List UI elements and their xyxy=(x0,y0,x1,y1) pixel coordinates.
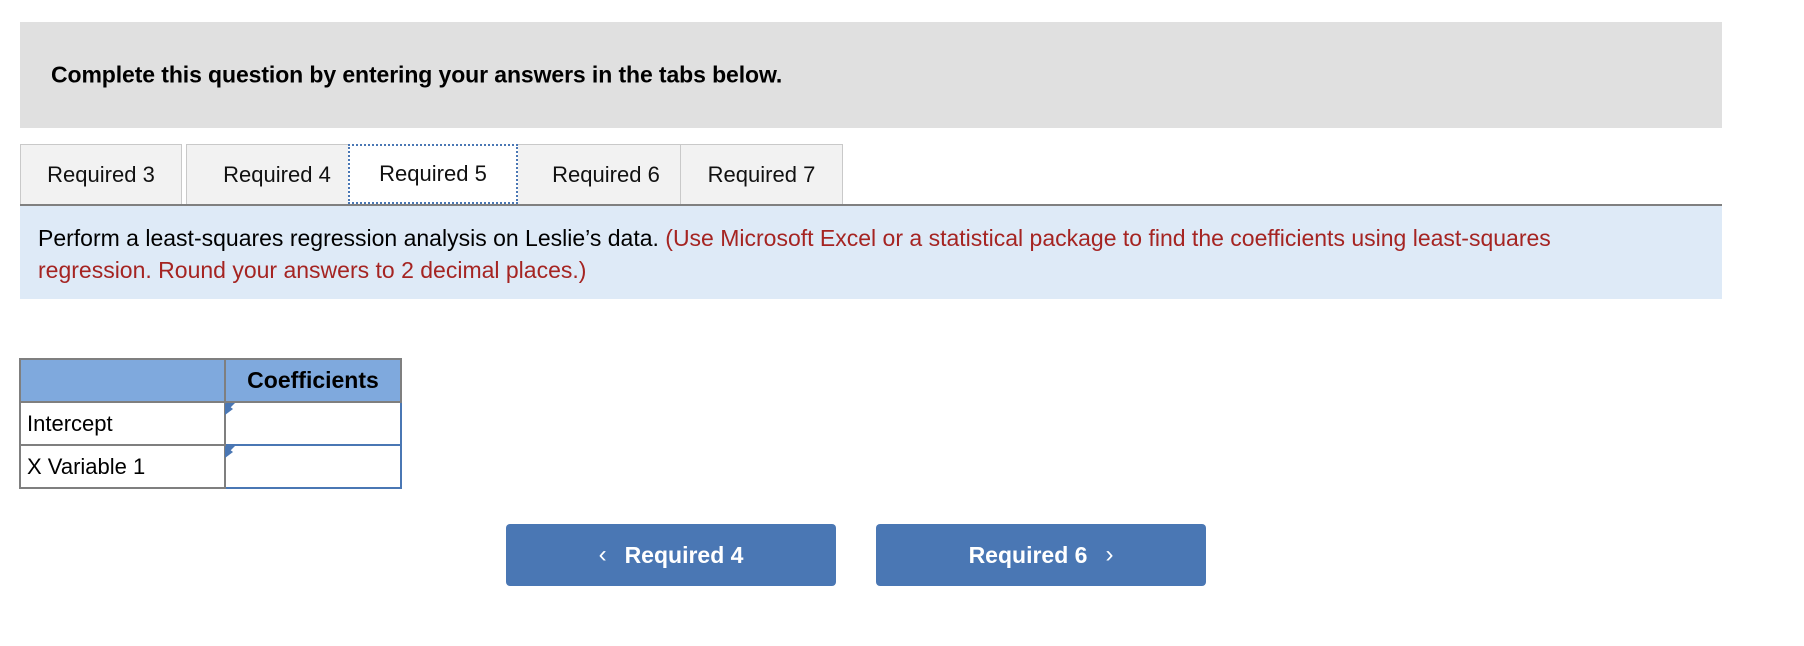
tab-required-6[interactable]: Required 6 xyxy=(516,144,696,204)
prompt-banner: Complete this question by entering your … xyxy=(20,22,1722,128)
tab-label: Required 4 xyxy=(223,161,331,187)
table-row-label: Intercept xyxy=(19,401,226,446)
tab-required-5[interactable]: Required 5 xyxy=(348,144,518,204)
next-required-6-button[interactable]: Required 6 › xyxy=(876,524,1206,586)
coefficient-input[interactable] xyxy=(226,403,400,444)
instruction-panel: Perform a least-squares regression analy… xyxy=(20,206,1722,299)
next-button-label: Required 6 xyxy=(968,541,1088,568)
table-header-coefficients: Coefficients xyxy=(224,358,402,403)
table-row: Intercept xyxy=(19,401,402,446)
tab-label: Required 5 xyxy=(379,161,487,186)
table-row-label: X Variable 1 xyxy=(19,444,226,489)
table-header-blank xyxy=(19,358,226,403)
coefficient-input-cell[interactable] xyxy=(224,401,402,446)
tab-required-3[interactable]: Required 3 xyxy=(20,144,182,204)
coefficient-input-cell[interactable] xyxy=(224,444,402,489)
chevron-right-icon: › xyxy=(1105,541,1114,568)
navigation-row: ‹ Required 4 Required 6 › xyxy=(0,524,1804,590)
chevron-left-icon: ‹ xyxy=(598,541,607,568)
instruction-text: Perform a least-squares regression analy… xyxy=(38,222,1628,286)
prev-button-label: Required 4 xyxy=(624,541,744,568)
tab-required-7[interactable]: Required 7 xyxy=(680,144,843,204)
tab-strip: Required 3 Required 4 Required 5 Required 6… xyxy=(20,144,1722,206)
coefficient-input[interactable] xyxy=(226,446,400,487)
prompt-banner-text: Complete this question by entering your … xyxy=(51,61,783,88)
instruction-main-text: Perform a least-squares regression analy… xyxy=(38,225,666,251)
coefficients-table: Coefficients Intercept X Variable 1 xyxy=(19,358,402,489)
tab-label: Required 6 xyxy=(552,161,660,187)
tab-required-4[interactable]: Required 4 xyxy=(186,144,368,204)
prev-required-4-button[interactable]: ‹ Required 4 xyxy=(506,524,836,586)
table-row: X Variable 1 xyxy=(19,444,402,489)
tab-label: Required 7 xyxy=(707,161,816,187)
table-header-row: Coefficients xyxy=(19,358,402,403)
tab-label: Required 3 xyxy=(47,161,155,187)
